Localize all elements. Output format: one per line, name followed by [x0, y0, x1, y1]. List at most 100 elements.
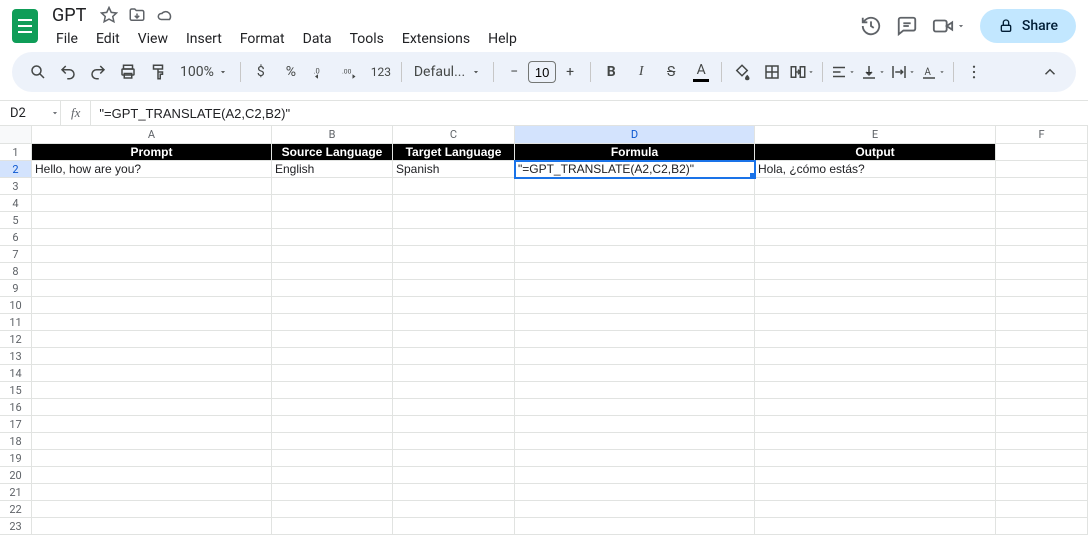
cell-A4[interactable] [32, 195, 272, 212]
cell-A14[interactable] [32, 365, 272, 382]
cell-B8[interactable] [272, 263, 393, 280]
number-format-button[interactable]: 123 [367, 58, 395, 86]
more-toolbar-icon[interactable] [960, 58, 988, 86]
cell-B13[interactable] [272, 348, 393, 365]
cell-D17[interactable] [515, 416, 755, 433]
row-header-3[interactable]: 3 [0, 178, 32, 195]
cell-E13[interactable] [755, 348, 996, 365]
row-header-16[interactable]: 16 [0, 399, 32, 416]
cell-B19[interactable] [272, 450, 393, 467]
cell-F6[interactable] [996, 229, 1088, 246]
cell-E12[interactable] [755, 331, 996, 348]
cell-C19[interactable] [393, 450, 515, 467]
cell-D4[interactable] [515, 195, 755, 212]
fontsize-input[interactable] [528, 61, 556, 83]
cell-C7[interactable] [393, 246, 515, 263]
borders-button[interactable] [758, 58, 786, 86]
row-header-18[interactable]: 18 [0, 433, 32, 450]
cell-A2[interactable]: Hello, how are you? [32, 161, 272, 178]
share-button[interactable]: Share [980, 9, 1076, 43]
cell-E21[interactable] [755, 484, 996, 501]
cell-B16[interactable] [272, 399, 393, 416]
formula-input[interactable]: "=GPT_TRANSLATE(A2,C2,B2)" [91, 106, 290, 121]
cell-F16[interactable] [996, 399, 1088, 416]
cell-E17[interactable] [755, 416, 996, 433]
cell-C17[interactable] [393, 416, 515, 433]
cell-E22[interactable] [755, 501, 996, 518]
cell-F10[interactable] [996, 297, 1088, 314]
rotate-button[interactable]: A [919, 58, 947, 86]
fontsize-increase[interactable]: + [556, 58, 584, 86]
cell-A10[interactable] [32, 297, 272, 314]
cell-B21[interactable] [272, 484, 393, 501]
cell-D18[interactable] [515, 433, 755, 450]
cell-A18[interactable] [32, 433, 272, 450]
undo-icon[interactable] [54, 58, 82, 86]
column-header-A[interactable]: A [32, 126, 272, 144]
cell-A8[interactable] [32, 263, 272, 280]
cell-B12[interactable] [272, 331, 393, 348]
cell-D20[interactable] [515, 467, 755, 484]
row-header-1[interactable]: 1 [0, 144, 32, 161]
cell-D15[interactable] [515, 382, 755, 399]
menu-edit[interactable]: Edit [88, 29, 128, 49]
cell-F5[interactable] [996, 212, 1088, 229]
cell-D16[interactable] [515, 399, 755, 416]
cell-F8[interactable] [996, 263, 1088, 280]
cell-F17[interactable] [996, 416, 1088, 433]
cell-A6[interactable] [32, 229, 272, 246]
meet-icon[interactable] [932, 15, 966, 37]
cell-C1[interactable]: Target Language [393, 144, 515, 161]
search-menus-icon[interactable] [24, 58, 52, 86]
comment-icon[interactable] [896, 15, 918, 37]
cell-C16[interactable] [393, 399, 515, 416]
percent-button[interactable]: % [277, 58, 305, 86]
cell-F13[interactable] [996, 348, 1088, 365]
cell-C9[interactable] [393, 280, 515, 297]
column-header-E[interactable]: E [755, 126, 996, 144]
cell-A3[interactable] [32, 178, 272, 195]
select-all-corner[interactable] [0, 126, 32, 144]
cell-D19[interactable] [515, 450, 755, 467]
cell-C6[interactable] [393, 229, 515, 246]
column-header-F[interactable]: F [996, 126, 1088, 144]
cell-B18[interactable] [272, 433, 393, 450]
cell-B15[interactable] [272, 382, 393, 399]
cell-C5[interactable] [393, 212, 515, 229]
cell-B9[interactable] [272, 280, 393, 297]
cell-F2[interactable] [996, 161, 1088, 178]
history-icon[interactable] [860, 15, 882, 37]
star-icon[interactable] [100, 6, 118, 24]
cell-A12[interactable] [32, 331, 272, 348]
cell-C10[interactable] [393, 297, 515, 314]
menu-extensions[interactable]: Extensions [394, 29, 478, 49]
cell-A22[interactable] [32, 501, 272, 518]
row-header-8[interactable]: 8 [0, 263, 32, 280]
sheets-app-icon[interactable] [12, 9, 38, 43]
row-header-10[interactable]: 10 [0, 297, 32, 314]
cell-C15[interactable] [393, 382, 515, 399]
row-header-15[interactable]: 15 [0, 382, 32, 399]
cell-E11[interactable] [755, 314, 996, 331]
cell-E16[interactable] [755, 399, 996, 416]
cell-A21[interactable] [32, 484, 272, 501]
cell-B4[interactable] [272, 195, 393, 212]
cell-D8[interactable] [515, 263, 755, 280]
row-header-19[interactable]: 19 [0, 450, 32, 467]
cell-A1[interactable]: Prompt [32, 144, 272, 161]
cell-C3[interactable] [393, 178, 515, 195]
cell-A16[interactable] [32, 399, 272, 416]
cell-C13[interactable] [393, 348, 515, 365]
cell-B20[interactable] [272, 467, 393, 484]
row-header-5[interactable]: 5 [0, 212, 32, 229]
cell-E1[interactable]: Output [755, 144, 996, 161]
cell-D2[interactable]: "=GPT_TRANSLATE(A2,C2,B2)" [515, 161, 755, 178]
row-header-13[interactable]: 13 [0, 348, 32, 365]
zoom-select[interactable]: 100% [174, 58, 234, 86]
row-header-2[interactable]: 2 [0, 161, 32, 178]
cell-C4[interactable] [393, 195, 515, 212]
merge-cells-button[interactable] [788, 58, 816, 86]
cell-F22[interactable] [996, 501, 1088, 518]
cell-F3[interactable] [996, 178, 1088, 195]
collapse-toolbar-icon[interactable] [1036, 58, 1064, 86]
